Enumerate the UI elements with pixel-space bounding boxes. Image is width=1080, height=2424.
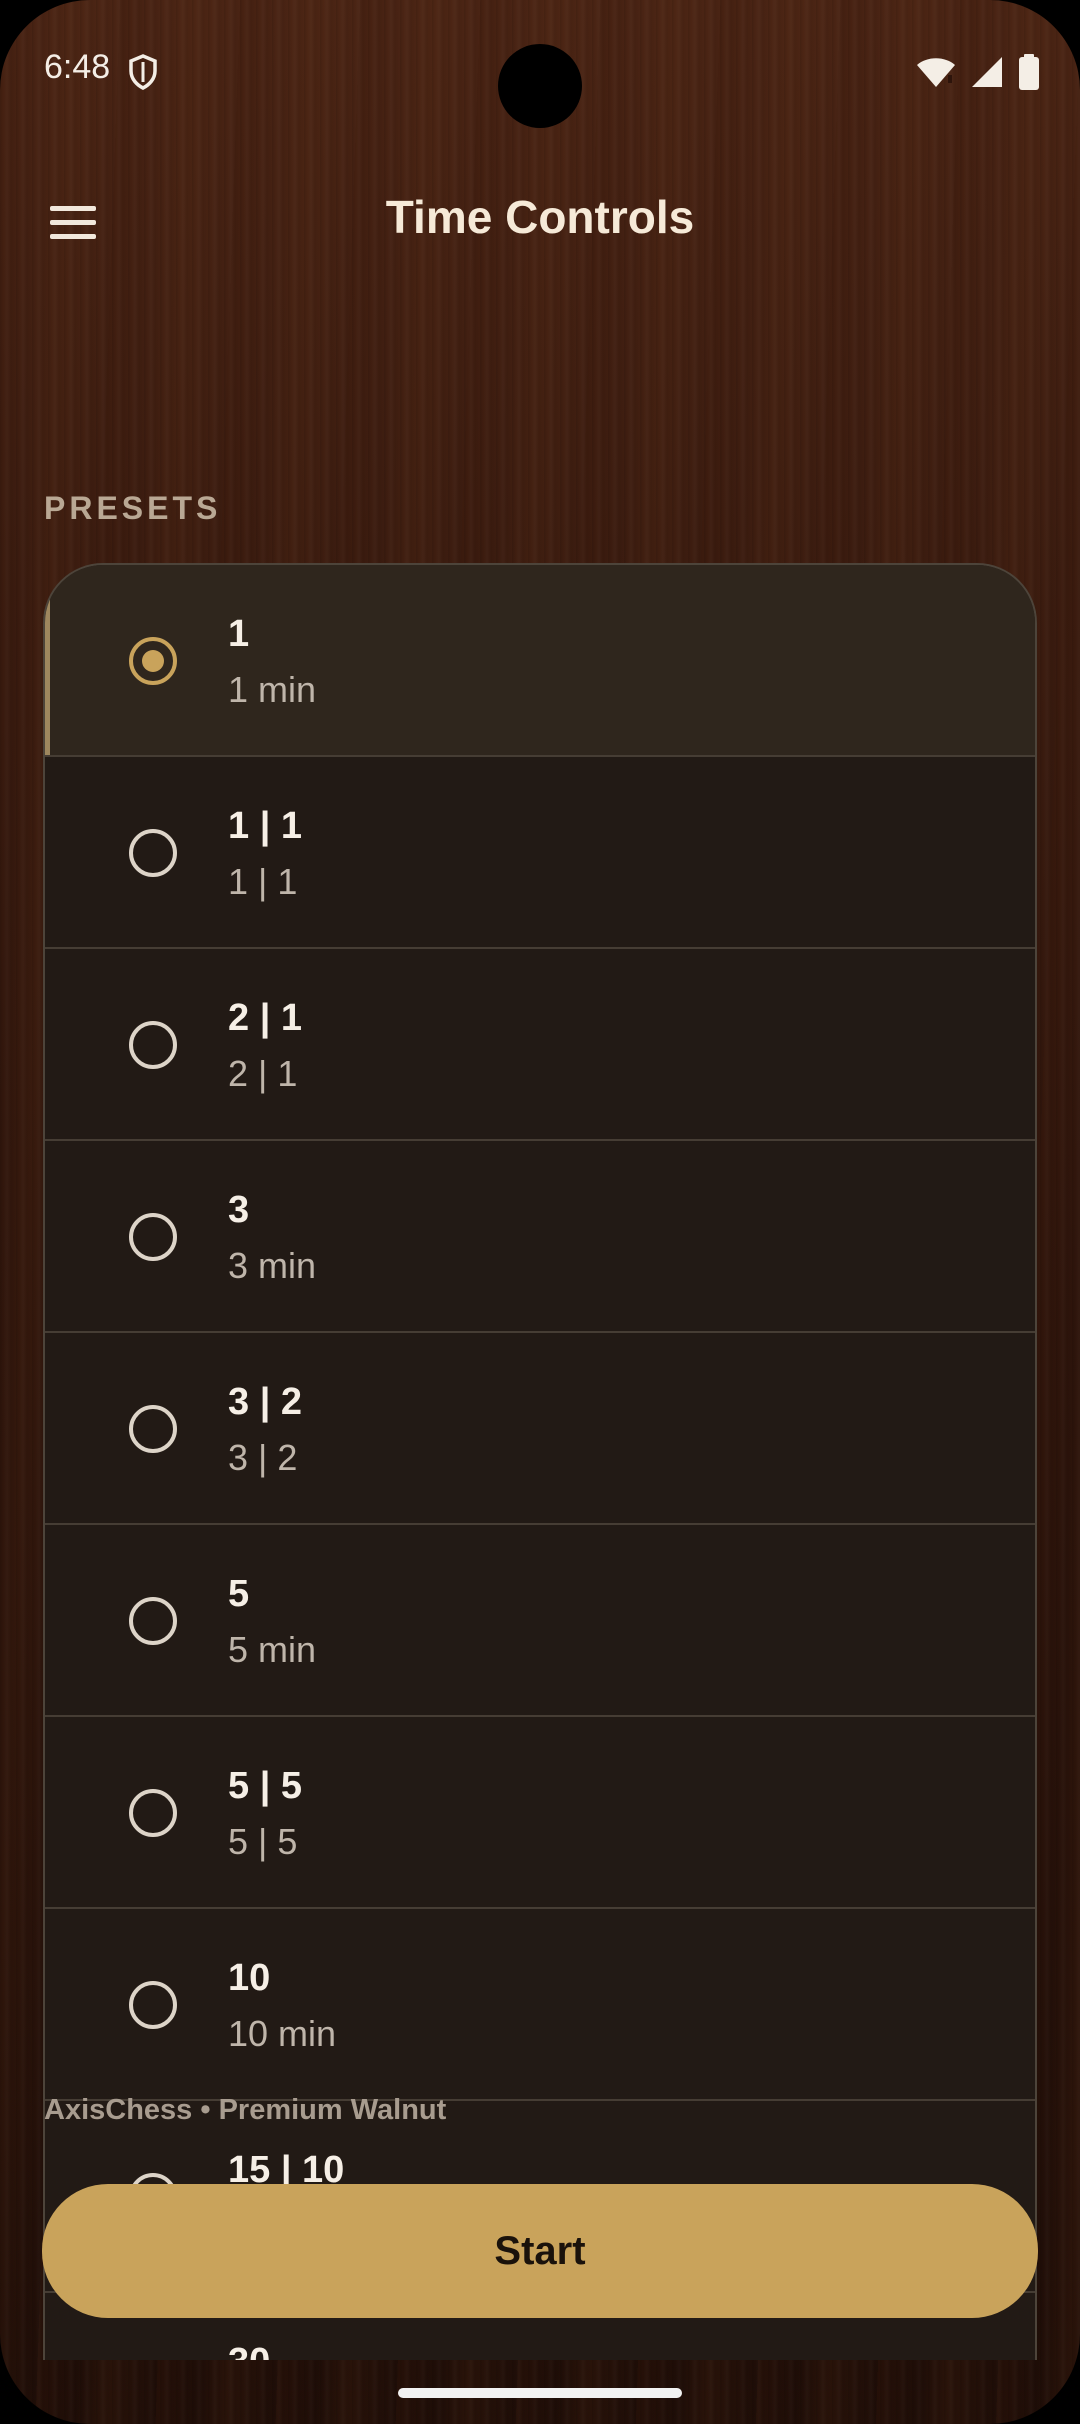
front-camera (498, 44, 582, 128)
radio-button[interactable] (129, 1597, 177, 1645)
preset-title: 30 (228, 2341, 270, 2360)
radio-button-selected[interactable] (129, 637, 177, 685)
radio-button[interactable] (129, 1021, 177, 1069)
preset-title: 5 | 5 (228, 1765, 303, 1807)
preset-subtitle: 5 min (228, 1629, 317, 1670)
system-icons (916, 52, 1040, 92)
preset-row[interactable]: 10 10 min (45, 1909, 1035, 2101)
preset-title: 1 | 1 (228, 805, 303, 847)
preset-subtitle: 1 | 1 (228, 861, 298, 902)
preset-row[interactable]: 3 | 2 3 | 2 (45, 1333, 1035, 1525)
preset-row[interactable]: 5 5 min (45, 1525, 1035, 1717)
wifi-icon (917, 58, 955, 87)
signal-icon (972, 57, 1002, 87)
shield-icon (129, 54, 157, 90)
preset-subtitle: 1 min (228, 669, 317, 710)
radio-button[interactable] (129, 1213, 177, 1261)
preset-title: 3 | 2 (228, 1381, 303, 1423)
radio-button[interactable] (129, 1981, 177, 2029)
app-footer-label: AxisChess • Premium Walnut (44, 2094, 447, 2126)
preset-subtitle: 2 | 1 (228, 1053, 298, 1094)
preset-row[interactable]: 3 3 min (45, 1141, 1035, 1333)
preset-row[interactable]: 5 | 5 5 | 5 (45, 1717, 1035, 1909)
radio-button[interactable] (129, 1789, 177, 1837)
battery-icon (1019, 54, 1039, 90)
preset-subtitle: 3 min (228, 1245, 317, 1286)
radio-button[interactable] (129, 829, 177, 877)
preset-title: 10 (228, 1957, 271, 1999)
preset-row[interactable]: 2 | 1 2 | 1 (45, 949, 1035, 1141)
preset-title: 1 (228, 613, 250, 655)
home-indicator[interactable] (398, 2388, 682, 2398)
presets-section-label: PRESETS (44, 490, 222, 526)
preset-subtitle: 5 | 5 (228, 1821, 298, 1862)
radio-button[interactable] (129, 1405, 177, 1453)
presets-list: 1 1 min 1 | 1 1 | 1 2 | 1 2 | 1 3 3 min … (43, 563, 1037, 2360)
preset-subtitle: 3 | 2 (228, 1437, 298, 1478)
preset-row[interactable]: 1 1 min (45, 565, 1035, 757)
page-title: Time Controls (385, 191, 695, 243)
start-button[interactable]: Start (42, 2184, 1038, 2318)
preset-title: 3 (228, 1189, 250, 1231)
status-bar: 6:48 (0, 0, 1080, 140)
app-screen: 6:48 Time Controls PRESETS 1 1 min 1 | 1… (0, 0, 1080, 2424)
preset-row[interactable]: 1 | 1 1 | 1 (45, 757, 1035, 949)
preset-subtitle: 10 min (228, 2013, 337, 2054)
preset-title: 2 | 1 (228, 997, 303, 1039)
top-app-bar: Time Controls (0, 170, 1080, 270)
status-time: 6:48 (44, 48, 111, 86)
preset-title: 5 (228, 1573, 250, 1615)
